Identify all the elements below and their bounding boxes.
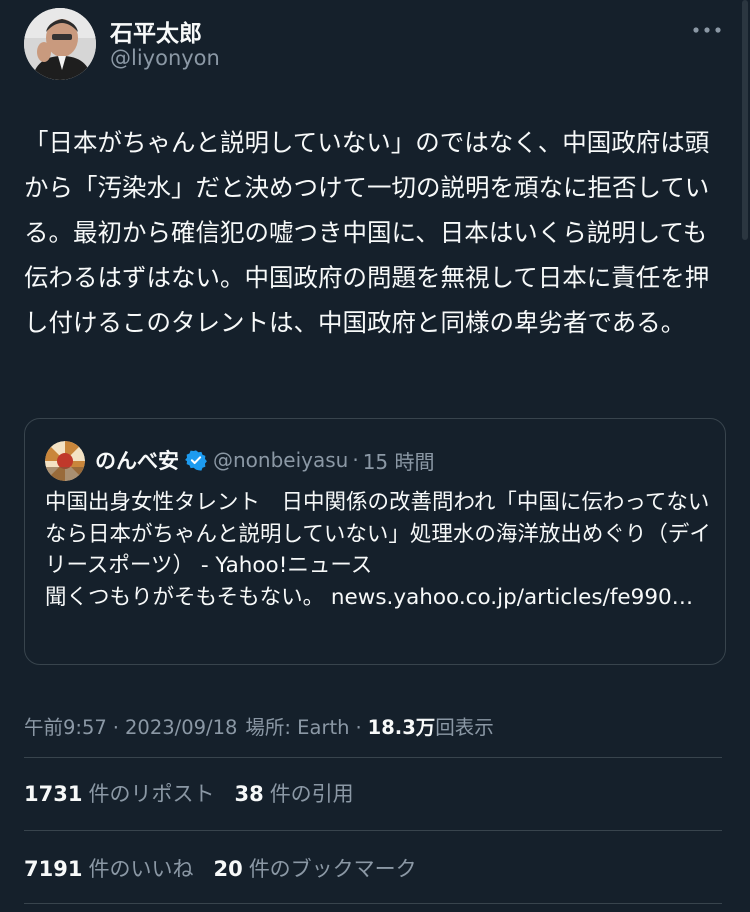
quote-author-name[interactable]: のんべ安 [95,445,179,475]
views-count: 18.3万 [367,716,436,739]
tweet-time[interactable]: 午前9:57 [24,711,107,740]
views-label: 回表示 [435,716,494,739]
quote-text: 中国出身女性タレント 日中関係の改善問われ「中国に伝わってないなら日本がちゃんと… [45,490,711,610]
bookmarks-stat[interactable]: 20 件のブックマーク [213,853,416,883]
stats-row-reposts: 1731 件のリポスト 38 件の引用 [24,778,374,808]
separator-dot: · [352,448,359,472]
reposts-label: 件のリポスト [88,782,215,806]
tweet-location: 場所: Earth [245,716,350,739]
author-name[interactable]: 石平太郎 [110,14,202,48]
divider [24,757,722,758]
tweet-detail-page: 石平太郎 @liyonyon 「日本がちゃんと説明していない」のではなく、中国政… [0,0,750,912]
quoted-tweet-card[interactable]: のんべ安 @nonbeiyasu · 15 時間 中国出身女性タレント 日中関係… [24,418,726,665]
reposts-stat[interactable]: 1731 件のリポスト [24,778,214,808]
quote-timestamp[interactable]: 15 時間 [363,446,435,475]
more-horizontal-icon[interactable] [690,18,724,42]
divider [24,830,722,831]
separator-dot: · [355,716,362,739]
quotes-stat[interactable]: 38 件の引用 [234,778,353,808]
divider [24,903,722,904]
author-avatar[interactable] [24,8,96,80]
separator-dot: · [112,716,119,739]
tweet-meta: 午前9:57 · 2023/09/18 場所: Earth · 18.3万 回表… [24,711,494,740]
quotes-label: 件の引用 [269,782,354,806]
tweet-date[interactable]: 2023/09/18 [125,716,237,739]
likes-stat[interactable]: 7191 件のいいね [24,853,193,883]
likes-count: 7191 [24,857,83,881]
scrollbar[interactable] [742,0,748,240]
quotes-count: 38 [234,782,264,806]
quote-author-avatar [45,441,85,481]
author-handle[interactable]: @liyonyon [110,46,220,70]
reposts-count: 1731 [24,782,83,806]
bookmarks-label: 件のブックマーク [248,857,417,881]
bookmarks-count: 20 [213,857,243,881]
tweet-text: 「日本がちゃんと説明していない」のではなく、中国政府は頭から「汚染水」だと決めつ… [24,128,710,337]
stats-row-likes: 7191 件のいいね 20 件のブックマーク [24,853,437,883]
likes-label: 件のいいね [88,857,194,881]
verified-badge-icon [185,449,207,471]
quote-author-handle[interactable]: @nonbeiyasu [213,448,348,472]
quote-header: のんべ安 @nonbeiyasu · 15 時間 [95,445,435,475]
